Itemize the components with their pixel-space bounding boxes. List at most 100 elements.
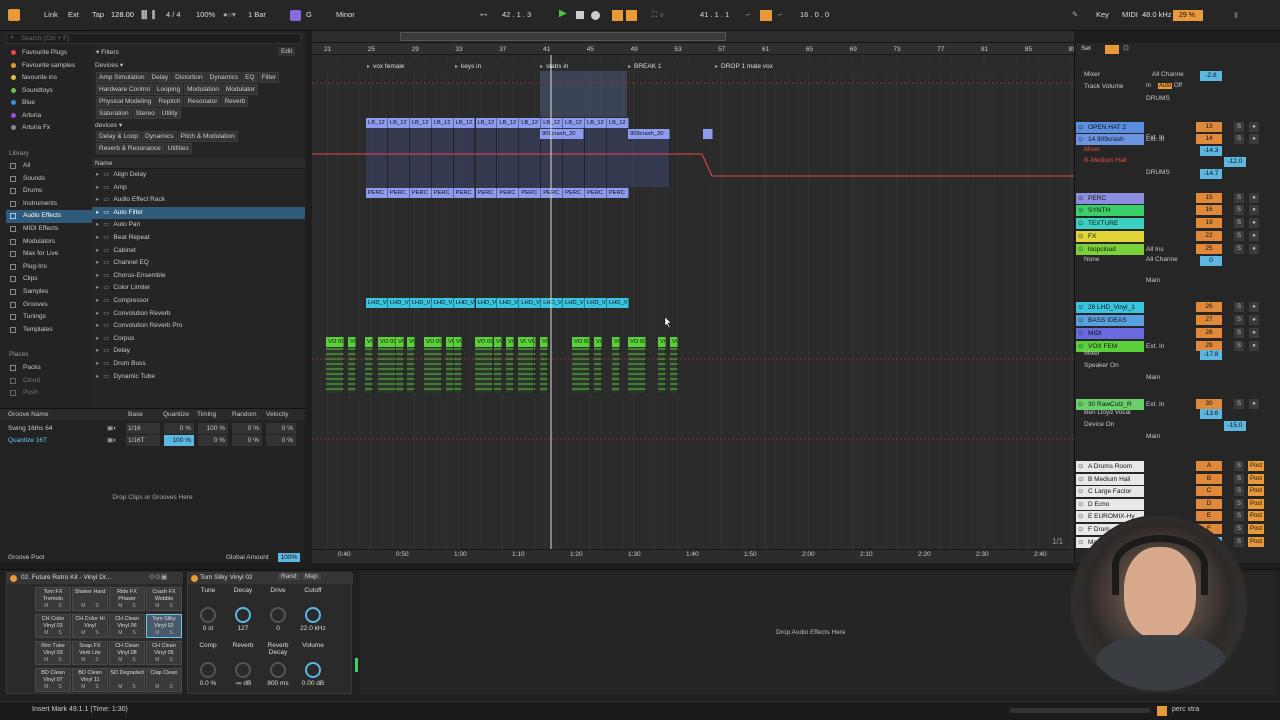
edit-button[interactable]: Edit — [278, 47, 296, 56]
knob-value[interactable]: 0.0 % — [188, 680, 228, 687]
pad-solo[interactable]: S — [58, 630, 61, 636]
solo-button[interactable]: S — [1234, 498, 1244, 509]
tag-chip[interactable]: Physical Modeling — [96, 96, 155, 107]
drum-pad[interactable]: Clap Clean M S — [146, 668, 182, 692]
place-item[interactable]: Packs — [6, 362, 92, 375]
solo-button[interactable]: S — [1234, 461, 1244, 471]
metronome-icon[interactable]: ▐▌▐ — [139, 10, 155, 19]
browser-item[interactable]: ▸ ▭ Corpus — [92, 333, 305, 346]
tag-chip[interactable]: Delay & Loop — [96, 131, 142, 142]
link-button[interactable]: Link — [44, 10, 58, 19]
pad-mute-solo[interactable]: MS — [110, 657, 144, 664]
return-activator[interactable]: C — [1196, 486, 1222, 497]
time-signature[interactable]: 4 / 4 — [166, 10, 181, 19]
solo-button[interactable]: S — [1234, 473, 1244, 484]
pad-solo[interactable]: S — [132, 630, 135, 636]
control-chooser[interactable]: Track Volume — [1084, 83, 1124, 90]
chain-selector[interactable]: Mixer — [1084, 146, 1100, 153]
knob-value[interactable]: 127 — [223, 625, 263, 632]
key-map-button[interactable]: Key — [1096, 10, 1109, 19]
pad-mute[interactable]: M — [155, 603, 159, 609]
library-item-audio-effects[interactable]: Audio Effects — [6, 210, 92, 223]
browser-item[interactable]: ▸ ▭ Align Delay — [92, 169, 305, 182]
pad-solo[interactable]: S — [95, 657, 98, 663]
post-button[interactable]: Post — [1248, 511, 1264, 522]
pad-mute[interactable]: M — [118, 657, 122, 663]
return-name[interactable]: ⊙ C Large Factor — [1076, 486, 1144, 498]
fold-icon[interactable]: ⊙ — [1078, 461, 1083, 473]
place-item[interactable]: Cloud — [6, 375, 92, 388]
tag-chip[interactable]: Delay — [148, 72, 172, 83]
expand-icon[interactable]: ▸ — [96, 221, 99, 228]
library-item[interactable]: Samples — [6, 286, 92, 299]
quantize-menu[interactable]: 1 Bar — [248, 10, 266, 19]
lock-icon[interactable]: ▣◐ — [107, 435, 117, 446]
fold-icon[interactable]: ⊙ — [1078, 486, 1083, 498]
browser-item[interactable]: ▸ ▭ Delay — [92, 345, 305, 358]
pad-mute[interactable]: M — [118, 684, 122, 690]
automation-arm-icon[interactable] — [626, 10, 637, 21]
tag-chip[interactable]: Utilities — [164, 143, 192, 154]
drum-pad[interactable]: Tom Silky Vinyl 02 M S — [146, 614, 182, 638]
expand-icon[interactable]: ▸ — [96, 171, 99, 178]
drum-pad[interactable]: CH Clean Vinyl 08 M S — [109, 641, 145, 665]
collection-item[interactable]: Arturia — [8, 110, 92, 123]
groove-row[interactable]: Quantize 16T ▣◐ 1/16T 100 % 0 % 0 % 0 % — [0, 435, 305, 446]
return-activator[interactable]: A — [1196, 461, 1222, 471]
fold-icon[interactable]: ⊙ — [1078, 537, 1083, 549]
knob-value[interactable]: 22.0 kHz — [293, 625, 333, 632]
knob[interactable] — [270, 607, 286, 623]
col-random[interactable]: Random — [232, 409, 257, 420]
pad-mute[interactable]: M — [118, 603, 122, 609]
browser-item-selected[interactable]: ▸ ▭ Auto Filter — [92, 206, 305, 220]
pad-mute-solo[interactable]: MS — [147, 603, 181, 610]
control-chooser[interactable]: Speaker On — [1084, 362, 1119, 369]
groove-velocity[interactable]: 0 % — [266, 435, 296, 446]
menu-icon[interactable] — [8, 9, 20, 21]
post-button[interactable]: Post — [1248, 524, 1264, 534]
volume-field[interactable]: -17.8 — [1200, 350, 1222, 360]
output-routing[interactable]: DRUMS — [1146, 95, 1170, 102]
solo-button[interactable]: S — [1234, 524, 1244, 534]
pad-mute[interactable]: M — [81, 603, 85, 609]
collection-item[interactable]: favourite ins — [8, 72, 92, 85]
volume-field[interactable]: -13.6 — [1200, 409, 1222, 419]
output-routing[interactable]: Main — [1146, 433, 1160, 440]
pad-solo[interactable]: S — [169, 657, 172, 663]
zoom-field[interactable]: 100% — [196, 10, 215, 19]
drum-pad[interactable]: BD Clean Vinyl 11 M S — [72, 668, 108, 692]
pad-mute-solo[interactable]: MS — [36, 684, 70, 691]
output-routing[interactable]: Main — [1146, 277, 1160, 284]
knob[interactable] — [200, 662, 216, 678]
name-column-header[interactable]: Name — [92, 158, 305, 169]
knob-value[interactable]: 0 — [258, 625, 298, 632]
chain-selector[interactable]: Mixer — [1084, 71, 1100, 78]
knob[interactable] — [305, 607, 321, 623]
return-track[interactable]: ⊙ B Medium Hall B S Post — [1074, 473, 1272, 486]
loop-icon[interactable] — [760, 10, 772, 21]
tag-chip[interactable]: Pitch & Modulation — [177, 131, 238, 142]
post-button[interactable]: Post — [1248, 473, 1264, 484]
pad-solo[interactable]: S — [169, 630, 172, 636]
drum-pad[interactable]: Tom FX Tremolo M S — [35, 587, 71, 611]
browser-item[interactable]: ▸ ▭ Auto Pan — [92, 219, 305, 232]
tag-chip[interactable]: Dynamics — [142, 131, 177, 142]
browser-item[interactable]: ▸ ▭ Color Limiter — [92, 282, 305, 295]
tag-chip[interactable]: Reverb — [221, 96, 249, 107]
knob[interactable] — [235, 662, 251, 678]
tag-chip[interactable]: Dynamics — [206, 72, 242, 83]
status-icon[interactable] — [1157, 706, 1167, 716]
volume-field[interactable]: -14.7 — [1200, 169, 1222, 179]
groove-random[interactable]: 0 % — [232, 435, 262, 446]
knob-value[interactable]: 0.00 dB — [293, 680, 333, 687]
browser-item[interactable]: ▸ ▭ Beat Repeat — [92, 232, 305, 245]
drum-pad[interactable]: BD Clean Vinyl 07 M S — [35, 668, 71, 692]
knob[interactable] — [200, 607, 216, 623]
lock-envelope-icon[interactable]: ⊡ — [1123, 44, 1129, 52]
library-item[interactable]: Tunings — [6, 311, 92, 324]
browser-item[interactable]: ▸ ▭ Cabinet — [92, 245, 305, 258]
groove-base[interactable]: 1/16 — [126, 423, 160, 434]
pad-mute-solo[interactable]: MS — [36, 630, 70, 637]
expand-icon[interactable]: ▸ — [96, 347, 99, 354]
rack-options-icon[interactable]: ⊙⊙▣ — [149, 573, 167, 581]
